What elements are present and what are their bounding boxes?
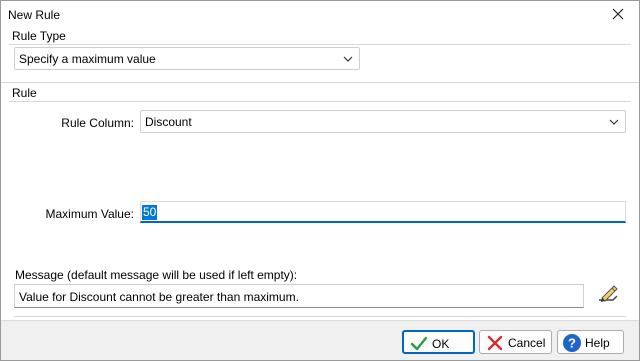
check-icon <box>410 336 428 351</box>
maximum-value-input[interactable]: 50 <box>140 201 626 223</box>
help-button[interactable]: ? Help <box>557 330 624 354</box>
divider <box>1 82 639 83</box>
message-input-value: Value for Discount cannot be greater tha… <box>19 290 299 304</box>
rule-column-select-value: Discount <box>145 115 192 129</box>
message-label: Message (default message will be used if… <box>15 268 298 282</box>
rule-type-select-value: Specify a maximum value <box>19 52 156 66</box>
rule-type-group-label: Rule Type <box>12 29 66 43</box>
rule-column-label: Rule Column: <box>61 116 134 130</box>
divider <box>14 316 626 317</box>
rule-group-label: Rule <box>12 86 37 100</box>
cancel-x-icon <box>487 335 503 351</box>
new-rule-dialog: New Rule Rule Type Specify a maximum val… <box>0 0 640 361</box>
close-icon[interactable] <box>611 7 625 21</box>
rule-type-select[interactable]: Specify a maximum value <box>14 47 360 70</box>
cancel-button-label: Cancel <box>508 336 546 350</box>
message-input[interactable]: Value for Discount cannot be greater tha… <box>14 284 584 308</box>
edit-message-icon[interactable] <box>596 283 620 305</box>
maximum-value-text: 50 <box>142 205 158 220</box>
cancel-button[interactable]: Cancel <box>479 330 552 354</box>
title-bar: New Rule <box>1 1 639 28</box>
help-button-label: Help <box>585 336 610 350</box>
button-bar: OK Cancel ? Help <box>1 320 639 360</box>
chevron-down-icon <box>609 119 619 125</box>
ok-button[interactable]: OK <box>402 330 475 354</box>
maximum-value-label: Maximum Value: <box>45 207 134 221</box>
rule-column-select[interactable]: Discount <box>140 110 626 133</box>
chevron-down-icon <box>343 56 353 62</box>
ok-button-label: OK <box>432 337 450 351</box>
window-title: New Rule <box>8 8 61 22</box>
divider <box>9 44 631 45</box>
svg-text:?: ? <box>568 336 576 351</box>
help-icon: ? <box>563 334 581 352</box>
divider <box>9 101 631 102</box>
